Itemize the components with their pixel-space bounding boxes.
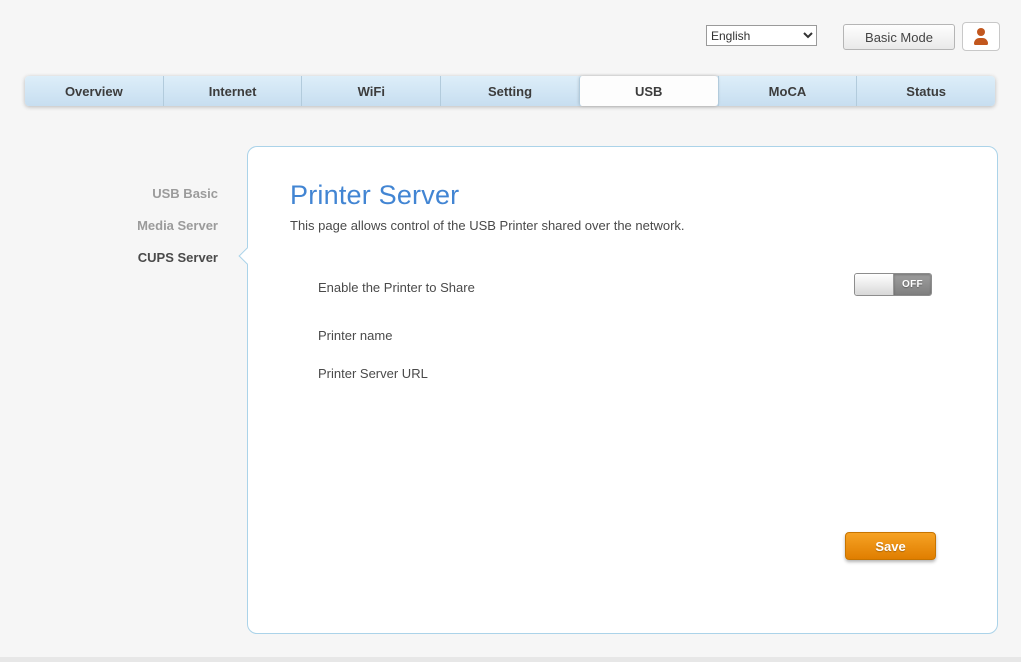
tab-moca[interactable]: MoCA (717, 76, 857, 106)
tab-status[interactable]: Status (856, 76, 995, 106)
user-icon (974, 28, 988, 45)
main-tab-bar: Overview Internet WiFi Setting USB MoCA … (25, 76, 995, 106)
tab-overview[interactable]: Overview (25, 76, 163, 106)
page-title: Printer Server (290, 180, 460, 210)
basic-mode-button[interactable]: Basic Mode (843, 24, 955, 50)
enable-printer-toggle[interactable]: OFF (854, 273, 932, 296)
language-select[interactable]: English (706, 25, 817, 46)
tab-setting[interactable]: Setting (440, 76, 579, 106)
tab-wifi[interactable]: WiFi (301, 76, 440, 106)
printer-server-url-label: Printer Server URL (318, 366, 428, 381)
save-button[interactable]: Save (845, 532, 936, 560)
page: English Basic Mode Overview Internet WiF… (0, 0, 1021, 662)
toggle-state-label: OFF (894, 274, 931, 295)
toggle-knob (855, 274, 894, 295)
bottom-edge (0, 657, 1021, 662)
tab-internet[interactable]: Internet (162, 76, 302, 106)
sidebar-item-usb-basic[interactable]: USB Basic (40, 184, 218, 204)
tab-usb[interactable]: USB (578, 76, 718, 106)
enable-printer-label: Enable the Printer to Share (318, 280, 475, 295)
page-description: This page allows control of the USB Prin… (290, 218, 685, 233)
printer-name-label: Printer name (318, 328, 393, 343)
sidebar-item-media-server[interactable]: Media Server (40, 216, 218, 236)
usb-sub-nav: USB Basic Media Server CUPS Server (40, 184, 218, 280)
sidebar-item-cups-server[interactable]: CUPS Server (40, 248, 218, 268)
user-account-button[interactable] (962, 22, 1000, 51)
